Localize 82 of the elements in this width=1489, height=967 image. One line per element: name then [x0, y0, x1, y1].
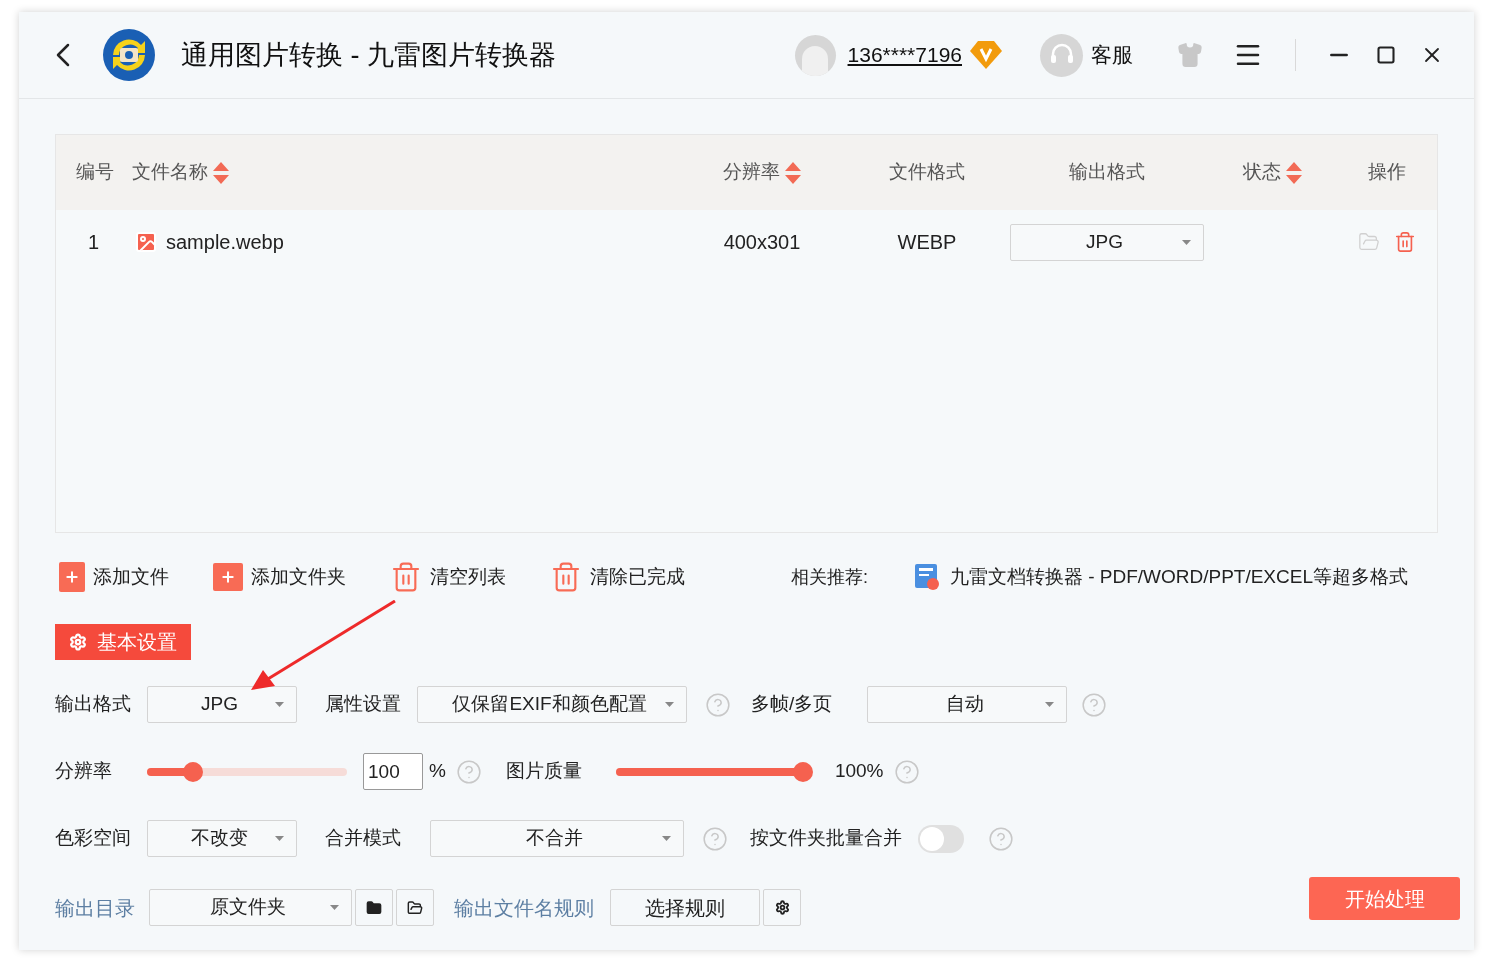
column-header: 分辨率 — [723, 160, 780, 185]
row-number: 1 — [88, 231, 100, 253]
document-app-icon — [913, 563, 940, 591]
multiframe-select[interactable]: 自动 — [867, 686, 1067, 723]
column-header: 操作 — [1368, 160, 1406, 185]
gear-icon — [69, 633, 87, 651]
trash-icon — [550, 561, 582, 593]
help-icon[interactable] — [455, 758, 482, 785]
folder-icon — [366, 899, 382, 916]
open-folder-icon[interactable] — [1358, 231, 1380, 253]
percent-unit: % — [429, 759, 446, 784]
folder-button[interactable] — [355, 889, 393, 926]
column-header: 状态 — [1242, 160, 1281, 185]
output-dir-select[interactable]: 原文件夹 — [149, 889, 352, 926]
help-icon[interactable] — [988, 825, 1014, 852]
help-icon[interactable] — [1081, 691, 1107, 718]
shirt-icon[interactable] — [1177, 42, 1203, 68]
help-icon[interactable] — [702, 825, 728, 852]
dropdown-caret-icon — [1045, 702, 1054, 707]
sort-icon[interactable] — [213, 161, 229, 184]
delete-icon[interactable] — [1394, 231, 1416, 253]
help-icon[interactable] — [705, 691, 731, 718]
dropdown-caret-icon — [1182, 239, 1191, 245]
setting-label: 属性设置 — [325, 692, 402, 717]
rule-settings-button[interactable] — [763, 889, 801, 926]
column-header: 输出格式 — [1069, 160, 1145, 185]
setting-label: 合并模式 — [325, 826, 402, 851]
support-label[interactable]: 客服 — [1091, 39, 1133, 71]
output-format-select[interactable]: JPG — [1010, 223, 1204, 261]
app-logo-icon — [103, 29, 155, 81]
batch-merge-toggle[interactable] — [918, 824, 964, 853]
add-folder-icon — [213, 563, 243, 591]
sort-icon[interactable] — [1285, 161, 1302, 184]
toolbar-button[interactable]: 清空列表 — [390, 561, 506, 593]
dropdown-caret-icon — [330, 905, 339, 910]
filename-rule-label: 输出文件名规则 — [454, 895, 594, 921]
quality-reading: 100% — [834, 759, 884, 784]
resolution-cell-text: 400x301 — [723, 230, 801, 255]
file-name: sample.webp — [166, 230, 284, 255]
color-space-select[interactable]: 不改变 — [147, 820, 297, 857]
resolution-input[interactable]: 100 — [363, 753, 423, 790]
settings-tab[interactable]: 基本设置 — [55, 624, 191, 660]
support-avatar-icon[interactable] — [1040, 33, 1083, 77]
user-account-link[interactable]: 136****7196 — [847, 39, 962, 71]
toolbar-button[interactable]: 添加文件 — [59, 562, 169, 592]
setting-label: 分辨率 — [55, 759, 113, 784]
toolbar-button[interactable]: 清除已完成 — [550, 561, 685, 593]
user-avatar[interactable] — [794, 34, 836, 76]
dropdown-caret-icon — [275, 836, 284, 841]
add-file-icon — [59, 562, 85, 592]
output-dir-label: 输出目录 — [55, 895, 135, 921]
recommend-link[interactable]: 九雷文档转换器 - PDF/WORD/PPT/EXCEL等超多格式 — [949, 562, 1408, 592]
image-file-icon — [134, 230, 158, 254]
merge-mode-select[interactable]: 不合并 — [430, 820, 684, 857]
choose-rule-button[interactable]: 选择规则 — [610, 889, 760, 926]
setting-label: 多帧/多页 — [751, 692, 834, 717]
slider-thumb[interactable] — [792, 761, 813, 782]
dropdown-caret-icon — [665, 702, 674, 707]
format-cell-text: WEBP — [897, 230, 957, 255]
slider-thumb[interactable] — [183, 761, 203, 782]
attributes-select[interactable]: 仅保留EXIF和颜色配置 — [417, 686, 687, 723]
toolbar-button[interactable]: 添加文件夹 — [213, 562, 346, 592]
recommend-label: 相关推荐: — [791, 565, 868, 589]
setting-label: 按文件夹批量合并 — [750, 826, 902, 851]
trash-icon — [390, 561, 422, 593]
setting-label: 色彩空间 — [55, 826, 132, 851]
open-folder-icon — [407, 899, 423, 916]
vip-badge-icon — [970, 41, 1002, 69]
sort-icon[interactable] — [785, 161, 801, 184]
open-folder-button[interactable] — [396, 889, 434, 926]
gear-icon — [774, 900, 790, 915]
setting-label: 图片质量 — [505, 759, 583, 784]
maximize-icon[interactable] — [1376, 45, 1396, 65]
window-title: 通用图片转换 - 九雷图片转换器 — [181, 38, 556, 72]
column-header: 编号 — [76, 160, 114, 185]
dropdown-caret-icon — [662, 836, 671, 841]
output-format-select[interactable]: JPG — [147, 686, 297, 723]
setting-label: 输出格式 — [55, 692, 132, 717]
dropdown-caret-icon — [275, 702, 284, 707]
help-icon[interactable] — [893, 758, 920, 785]
column-header: 文件格式 — [889, 160, 965, 185]
column-header: 文件名称 — [132, 160, 208, 185]
